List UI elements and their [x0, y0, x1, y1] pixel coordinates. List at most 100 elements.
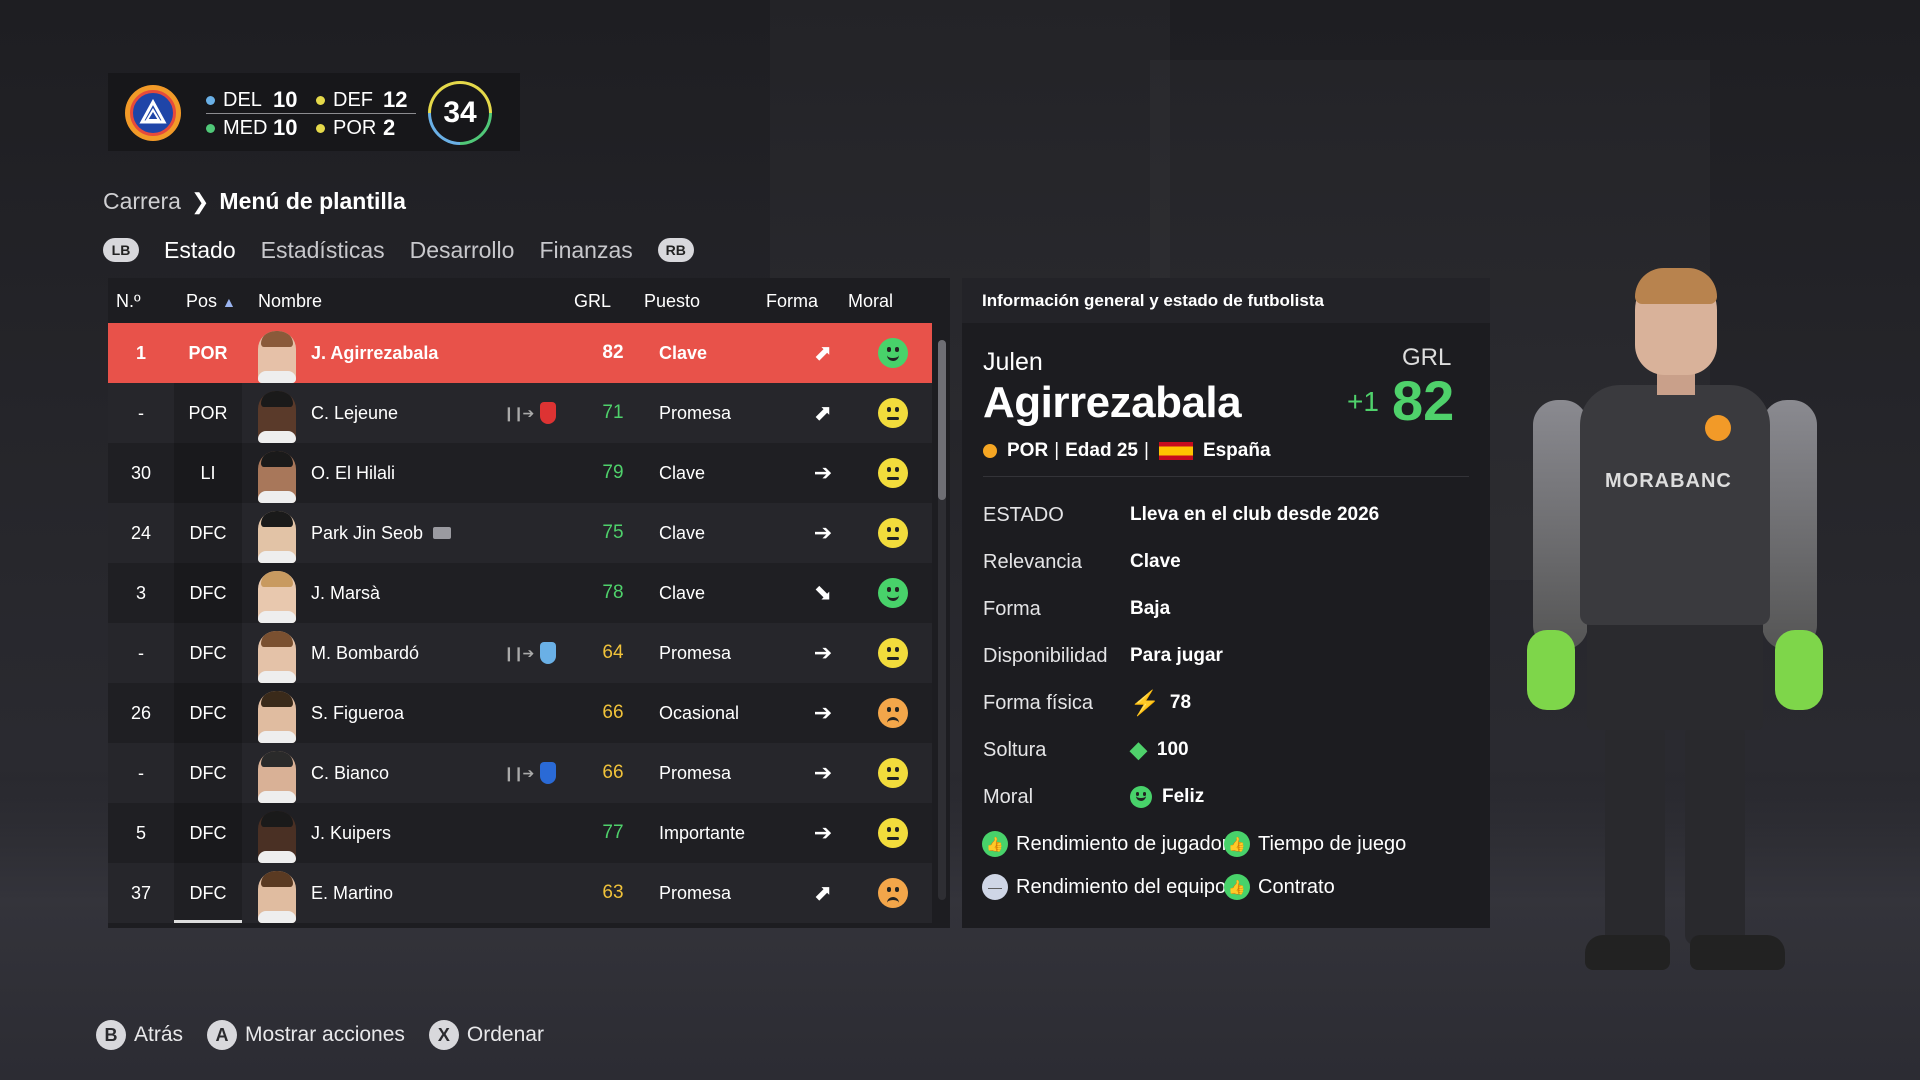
morale-sad-icon: [863, 863, 923, 923]
loan-indicator: ❙❙➔: [503, 383, 573, 443]
info-title: Información general y estado de futbolis…: [962, 278, 1490, 323]
player-position: DFC: [174, 623, 242, 683]
player-avatar: [258, 863, 298, 923]
table-scrollbar[interactable]: [938, 340, 946, 900]
table-row[interactable]: 37 DFC E. Martino 63 Promesa ⬈: [108, 863, 932, 923]
show-actions-button[interactable]: A Mostrar acciones: [207, 1020, 405, 1050]
form-arrow-right-icon: ➔: [813, 460, 833, 485]
tab-bar: LB Estado Estadísticas Desarrollo Finanz…: [103, 232, 694, 268]
tab-desarrollo[interactable]: Desarrollo: [410, 237, 515, 264]
tab-finanzas[interactable]: Finanzas: [539, 237, 632, 264]
meta-separator: |: [1054, 440, 1060, 461]
morale-neutral-icon: [863, 443, 923, 503]
form-arrow-right-icon: ➔: [813, 760, 833, 785]
header-forma[interactable]: Forma: [766, 291, 818, 312]
morale-happy-icon: [863, 563, 923, 623]
player-name: M. Bombardó: [311, 642, 420, 663]
player-number: -: [138, 402, 144, 423]
player-grl: 82: [602, 342, 624, 363]
player-name: J. Agirrezabala: [311, 342, 439, 363]
player-position: POR: [1007, 440, 1049, 461]
player-number: 24: [130, 522, 152, 543]
table-row[interactable]: 5 DFC J. Kuipers 77 Importante ➔: [108, 803, 932, 863]
club-crest-icon: [139, 99, 167, 124]
squad-table: N.º Pos ▲ Nombre GRL Puesto Forma Moral …: [108, 278, 950, 928]
row-disponibilidad: Disponibilidad Para jugar: [983, 644, 1223, 667]
spain-flag-icon: [1158, 442, 1193, 460]
form-arrow-right-icon: ➔: [813, 700, 833, 725]
dot-icon: [316, 123, 325, 133]
glove-right: [1775, 630, 1823, 710]
club-crest: [125, 85, 181, 141]
form-arrow-up-icon: ⬈: [813, 400, 833, 425]
tab-estadisticas[interactable]: Estadísticas: [261, 237, 385, 264]
header-moral[interactable]: Moral: [848, 291, 893, 312]
divider: [983, 476, 1469, 477]
player-name: C. Lejeune: [311, 402, 399, 423]
table-row[interactable]: 30 LI O. El Hilali 79 Clave ➔: [108, 443, 932, 503]
player-meta: POR | Edad 25 | España: [983, 440, 1271, 462]
player-name: Park Jin Seob: [311, 503, 471, 563]
row-forma: Forma Baja: [983, 597, 1171, 620]
morale-happy-icon: [863, 323, 923, 383]
back-button[interactable]: B Atrás: [96, 1020, 183, 1050]
row-moral: Moral Feliz: [983, 785, 1205, 808]
divider: [206, 113, 416, 114]
thumbs-up-icon: 👍: [1224, 874, 1250, 900]
diamond-icon: ◆: [1130, 737, 1147, 762]
header-puesto[interactable]: Puesto: [644, 291, 700, 312]
form-arrow-right-icon: ➔: [813, 820, 833, 845]
table-row[interactable]: 26 DFC S. Figueroa 66 Ocasional ➔: [108, 683, 932, 743]
breadcrumb-parent[interactable]: Carrera: [103, 188, 181, 215]
table-row[interactable]: - DFC M. Bombardó ❙❙➔ 64 Promesa ➔: [108, 623, 932, 683]
player-position: POR: [174, 383, 242, 443]
player-name: J. Marsà: [311, 582, 381, 603]
player-grl: 64: [602, 642, 624, 663]
form-arrow-down-icon: ⬊: [813, 580, 833, 605]
sort-indicator: [174, 920, 242, 923]
chevron-right-icon: ❯: [190, 188, 210, 214]
table-row[interactable]: 24 DFC Park Jin Seob 75 Clave ➔: [108, 503, 932, 563]
player-role: Clave: [659, 342, 708, 363]
morale-neutral-icon: [863, 803, 923, 863]
stat-contrato: 👍 Contrato: [1224, 874, 1335, 900]
form-arrow-up-icon: ⬈: [813, 880, 833, 905]
form-arrow-up-icon: ⬈: [813, 340, 833, 365]
table-row[interactable]: - POR C. Lejeune ❙❙➔ 71 Promesa ⬈: [108, 383, 932, 443]
jersey-crest-icon: [1705, 415, 1731, 441]
sort-button[interactable]: X Ordenar: [428, 1020, 544, 1050]
player-name: O. El Hilali: [311, 462, 396, 483]
player-number: 1: [135, 342, 146, 363]
count-def: DEF 12: [316, 87, 407, 113]
player-position: DFC: [174, 803, 242, 863]
dot-icon: [206, 123, 215, 133]
player-role: Clave: [659, 522, 706, 543]
player-avatar: [258, 563, 298, 623]
player-role: Promesa: [659, 762, 732, 783]
player-grl: 66: [602, 762, 624, 783]
loan-indicator: ❙❙➔: [503, 623, 573, 683]
header-grl[interactable]: GRL: [574, 291, 611, 312]
breadcrumb: Carrera ❯ Menú de plantilla: [103, 188, 406, 215]
header-pos[interactable]: Pos ▲: [186, 291, 236, 312]
rb-button-icon[interactable]: RB: [657, 238, 694, 262]
count-por: POR 2: [316, 115, 395, 141]
player-age: Edad 25: [1065, 440, 1138, 461]
player-number: 3: [135, 582, 146, 603]
table-row[interactable]: 3 DFC J. Marsà 78 Clave ⬊: [108, 563, 932, 623]
happy-face-icon: [1130, 786, 1152, 808]
tab-estado[interactable]: Estado: [164, 237, 236, 264]
header-num[interactable]: N.º: [116, 291, 141, 312]
player-number: 30: [130, 462, 152, 483]
player-avatar: [258, 683, 298, 743]
loan-indicator: ❙❙➔: [503, 743, 573, 803]
header-name[interactable]: Nombre: [258, 291, 322, 312]
player-position: DFC: [174, 743, 242, 803]
count-med: MED 10: [206, 115, 297, 141]
stat-rendimiento-jugador: 👍 Rendimiento de jugador: [982, 831, 1228, 857]
lb-button-icon[interactable]: LB: [103, 238, 139, 262]
scroll-thumb[interactable]: [938, 340, 946, 500]
player-position: POR: [188, 342, 228, 363]
table-row[interactable]: - DFC C. Bianco ❙❙➔ 66 Promesa ➔: [108, 743, 932, 803]
table-row[interactable]: 1 POR J. Agirrezabala 82 Clave ⬈: [108, 323, 932, 383]
